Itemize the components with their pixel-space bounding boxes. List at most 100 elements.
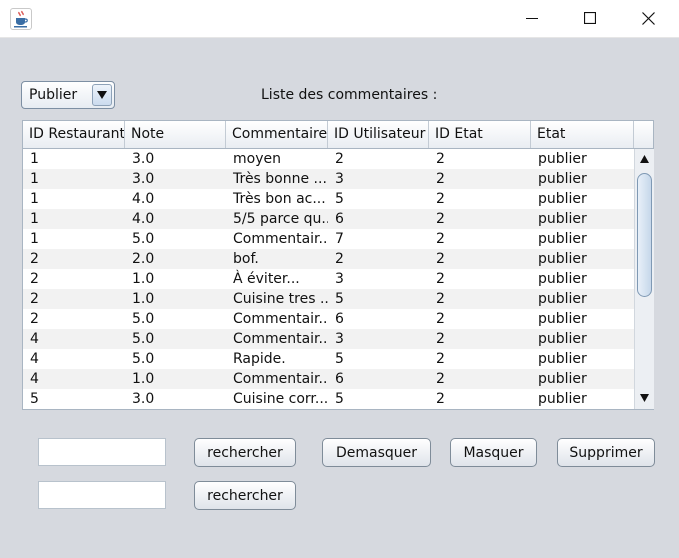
table-cell: Très bon ac... bbox=[233, 191, 326, 207]
table-cell: 2.0 bbox=[132, 251, 155, 267]
table-row[interactable]: 1 3.0 moyen 2 2 publier bbox=[23, 149, 634, 169]
table-cell: publier bbox=[538, 191, 587, 207]
table-cell: 4.0 bbox=[132, 211, 155, 227]
table-cell: publier bbox=[538, 251, 587, 267]
table-cell: 1 bbox=[30, 151, 39, 167]
table-cell: Très bonne ... bbox=[233, 171, 327, 187]
unmask-button[interactable]: Demasquer bbox=[322, 438, 431, 467]
table-cell: 5.0 bbox=[132, 311, 155, 327]
table-cell: 2 bbox=[436, 371, 445, 387]
table-cell: 3.0 bbox=[132, 171, 155, 187]
table-cell: 2 bbox=[436, 331, 445, 347]
table-cell: publier bbox=[538, 291, 587, 307]
search-input-2[interactable] bbox=[38, 481, 166, 509]
table-cell: 2 bbox=[436, 191, 445, 207]
table-cell: 5 bbox=[335, 191, 344, 207]
scroll-up-icon[interactable] bbox=[636, 150, 653, 168]
table-cell: 2 bbox=[30, 271, 39, 287]
table-cell: moyen bbox=[233, 151, 281, 167]
table-row[interactable]: 4 5.0 Rapide. 5 2 publier bbox=[23, 349, 634, 369]
table-cell: Cuisine tres ... bbox=[233, 291, 328, 307]
status-filter-value: Publier bbox=[29, 87, 78, 103]
table-cell: 5 bbox=[335, 391, 344, 407]
status-filter-dropdown[interactable]: Publier bbox=[21, 81, 115, 109]
table-body: 1 3.0 moyen 2 2 publier 1 3.0 Très bonne ... 3 2 pu… bbox=[23, 149, 634, 409]
table-row[interactable]: 1 3.0 Très bonne ... 3 2 publier bbox=[23, 169, 634, 189]
chevron-down-icon[interactable] bbox=[92, 84, 112, 106]
table-cell: 4 bbox=[30, 331, 39, 347]
table-cell: 4.0 bbox=[132, 191, 155, 207]
close-button[interactable] bbox=[619, 0, 677, 36]
table-cell: Cuisine corr... bbox=[233, 391, 328, 407]
table-header-corner bbox=[634, 121, 653, 149]
table-cell: 2 bbox=[436, 171, 445, 187]
table-cell: 1 bbox=[30, 171, 39, 187]
table-cell: 5 bbox=[335, 291, 344, 307]
table-cell: 4 bbox=[30, 351, 39, 367]
table-cell: publier bbox=[538, 271, 587, 287]
minimize-button[interactable] bbox=[503, 0, 561, 36]
table-row[interactable]: 2 5.0 Commentair... 6 2 publier bbox=[23, 309, 634, 329]
vertical-scrollbar[interactable] bbox=[634, 149, 654, 409]
column-header[interactable]: Commentaire bbox=[226, 121, 328, 148]
table-row[interactable]: 4 1.0 Commentair... 6 2 publier bbox=[23, 369, 634, 389]
search-button-1[interactable]: rechercher bbox=[194, 438, 296, 467]
table-cell: 2 bbox=[436, 231, 445, 247]
table-cell: 2 bbox=[436, 291, 445, 307]
table-cell: Commentair... bbox=[233, 311, 328, 327]
minimize-icon bbox=[526, 12, 538, 24]
column-header[interactable]: ID Restaurant bbox=[23, 121, 125, 148]
delete-button[interactable]: Supprimer bbox=[557, 438, 655, 467]
table-cell: 1.0 bbox=[132, 291, 155, 307]
table-cell: publier bbox=[538, 331, 587, 347]
scroll-thumb[interactable] bbox=[637, 173, 652, 297]
table-cell: Commentair... bbox=[233, 231, 328, 247]
table-cell: 1 bbox=[30, 231, 39, 247]
table-row[interactable]: 4 5.0 Commentair... 3 2 publier bbox=[23, 329, 634, 349]
table-cell: bof. bbox=[233, 251, 259, 267]
maximize-icon bbox=[584, 12, 596, 24]
column-header[interactable]: ID Utilisateur bbox=[328, 121, 429, 148]
table-cell: 2 bbox=[30, 291, 39, 307]
table-cell: Rapide. bbox=[233, 351, 286, 367]
scroll-down-icon[interactable] bbox=[636, 389, 653, 407]
table-cell: 3 bbox=[335, 171, 344, 187]
table-cell: publier bbox=[538, 211, 587, 227]
comments-table: ID Restaurant Note Commentaire ID Utilisate… bbox=[22, 120, 654, 410]
table-cell: 2 bbox=[436, 271, 445, 287]
table-row[interactable]: 2 1.0 Cuisine tres ... 5 2 publier bbox=[23, 289, 634, 309]
table-cell: Commentair... bbox=[233, 371, 328, 387]
table-cell: publier bbox=[538, 171, 587, 187]
table-cell: 2 bbox=[30, 311, 39, 327]
table-header: ID Restaurant Note Commentaire ID Utilisate… bbox=[23, 121, 634, 149]
table-row[interactable]: 2 2.0 bof. 2 2 publier bbox=[23, 249, 634, 269]
mask-button[interactable]: Masquer bbox=[450, 438, 537, 467]
table-cell: 2 bbox=[335, 151, 344, 167]
list-title: Liste des commentaires : bbox=[261, 87, 438, 103]
table-cell: 2 bbox=[436, 251, 445, 267]
search-button-2[interactable]: rechercher bbox=[194, 481, 296, 510]
table-cell: 5/5 parce qu... bbox=[233, 211, 328, 227]
table-row[interactable]: 1 4.0 5/5 parce qu... 6 2 publier bbox=[23, 209, 634, 229]
table-cell: 5.0 bbox=[132, 331, 155, 347]
table-cell: 1 bbox=[30, 191, 39, 207]
table-cell: 1.0 bbox=[132, 271, 155, 287]
table-row[interactable]: 5 3.0 Cuisine corr... 5 2 publier bbox=[23, 389, 634, 409]
column-header[interactable]: Etat bbox=[531, 121, 634, 148]
column-header[interactable]: Note bbox=[125, 121, 226, 148]
table-cell: publier bbox=[538, 231, 587, 247]
table-cell: 2 bbox=[436, 311, 445, 327]
table-cell: publier bbox=[538, 371, 587, 387]
table-cell: 1 bbox=[30, 211, 39, 227]
table-cell: Commentair... bbox=[233, 331, 328, 347]
table-row[interactable]: 2 1.0 À éviter... 3 2 publier bbox=[23, 269, 634, 289]
java-cup-icon bbox=[10, 8, 32, 30]
search-input-1[interactable] bbox=[38, 438, 166, 466]
table-cell: 5 bbox=[335, 351, 344, 367]
close-icon bbox=[641, 11, 655, 25]
table-row[interactable]: 1 5.0 Commentair... 7 2 publier bbox=[23, 229, 634, 249]
column-header[interactable]: ID Etat bbox=[429, 121, 531, 148]
maximize-button[interactable] bbox=[561, 0, 619, 36]
table-row[interactable]: 1 4.0 Très bon ac... 5 2 publier bbox=[23, 189, 634, 209]
table-cell: 7 bbox=[335, 231, 344, 247]
